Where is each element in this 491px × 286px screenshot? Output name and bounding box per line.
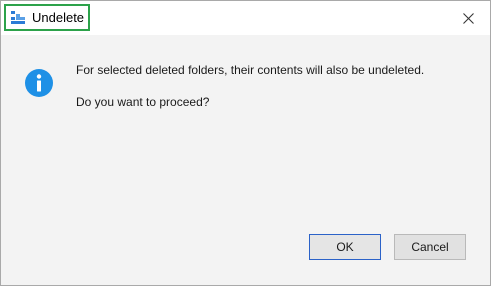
ok-button[interactable]: OK bbox=[309, 234, 381, 260]
cancel-button[interactable]: Cancel bbox=[394, 234, 466, 260]
undelete-app-icon bbox=[11, 11, 25, 24]
message-line-2: Do you want to proceed? bbox=[76, 95, 210, 109]
close-button[interactable] bbox=[446, 1, 490, 35]
window-title: Undelete bbox=[32, 10, 85, 25]
title-bar[interactable]: Undelete bbox=[1, 1, 490, 35]
close-icon bbox=[462, 12, 474, 24]
undelete-dialog: Undelete For selected deleted folders, t… bbox=[0, 0, 491, 286]
message-line-1: For selected deleted folders, their cont… bbox=[76, 63, 425, 77]
info-icon bbox=[25, 69, 53, 97]
